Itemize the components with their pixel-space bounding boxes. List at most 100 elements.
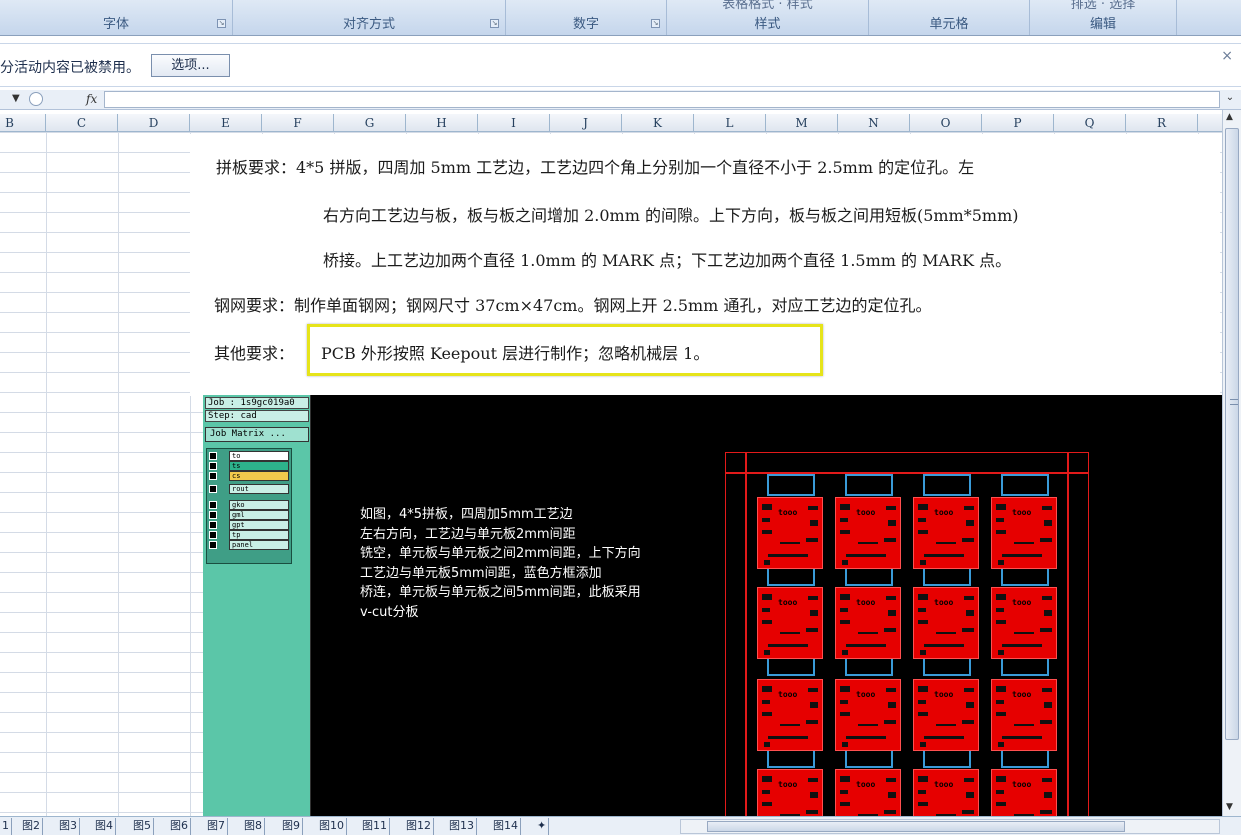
expand-formula-icon[interactable]: ⌄	[1223, 92, 1237, 107]
layer-item[interactable]: rout	[209, 484, 291, 494]
column-header-m[interactable]: M	[766, 114, 838, 132]
layer-item[interactable]: ts	[209, 461, 291, 471]
pad	[964, 506, 974, 510]
ribbon-partial-label[interactable]: 排选 · 选择	[1030, 0, 1176, 12]
column-header-p[interactable]: P	[982, 114, 1054, 132]
formula-input[interactable]	[104, 91, 1220, 108]
ribbon-group-number: 数字 ↘	[506, 0, 667, 35]
checkbox-icon[interactable]	[209, 462, 217, 470]
column-header-e[interactable]: E	[190, 114, 262, 132]
layer-item[interactable]: cs	[209, 471, 291, 481]
sheet-tab[interactable]: 图8	[242, 818, 265, 835]
pad	[1040, 720, 1052, 724]
sheet-tab[interactable]: 图3	[57, 818, 80, 835]
column-header-c[interactable]: C	[46, 114, 118, 132]
checkbox-icon[interactable]	[209, 511, 217, 519]
requirements-image[interactable]: 拼板要求：4*5 拼版，四周加 5mm 工艺边，工艺边四个角上分别加一个直径不小…	[190, 134, 1220, 396]
layer-item[interactable]: gko	[209, 500, 291, 510]
checkbox-icon[interactable]	[209, 472, 217, 480]
column-header-l[interactable]: L	[694, 114, 766, 132]
checkbox-icon[interactable]	[209, 521, 217, 529]
column-header-f[interactable]: F	[262, 114, 334, 132]
board-silkscreen: tooo	[934, 780, 954, 789]
sheet-tab[interactable]: 1	[0, 818, 12, 835]
pad	[762, 712, 772, 716]
layer-name: gko	[229, 500, 289, 510]
layer-item[interactable]: panel	[209, 540, 291, 550]
sheet-tab[interactable]: 图9	[280, 818, 303, 835]
job-matrix-button[interactable]: Job Matrix ...	[205, 427, 309, 442]
chevron-down-icon[interactable]: ▼	[12, 93, 20, 104]
column-header-r[interactable]: R	[1126, 114, 1198, 132]
pad	[1014, 542, 1034, 544]
pad	[840, 686, 850, 692]
pad	[1044, 702, 1052, 708]
layer-item[interactable]: to	[209, 451, 291, 461]
checkbox-icon[interactable]	[209, 452, 217, 460]
sheet-tab[interactable]: 图2	[20, 818, 43, 835]
scroll-thumb[interactable]	[1225, 128, 1239, 740]
pad	[996, 518, 1004, 522]
checkbox-icon[interactable]	[209, 541, 217, 549]
board-silkscreen: tooo	[1012, 598, 1032, 607]
ribbon-group-editing: 排选 · 选择 编辑	[1030, 0, 1177, 35]
column-header-q[interactable]: Q	[1054, 114, 1126, 132]
pad	[768, 644, 808, 647]
pad	[846, 736, 886, 739]
sheet-tab[interactable]: 图5	[131, 818, 154, 835]
requirement-line: 桥接。上工艺边加两个直径 1.0mm 的 MARK 点；下工艺边加两个直径 1.…	[323, 251, 1012, 270]
pad	[918, 530, 928, 534]
layer-item[interactable]: gml	[209, 510, 291, 520]
cancel-entry-icon[interactable]	[29, 92, 43, 106]
sheet-tab[interactable]: 图10	[317, 818, 347, 835]
column-header-n[interactable]: N	[838, 114, 910, 132]
pad	[1002, 644, 1042, 647]
insert-sheet-icon[interactable]: ✦	[535, 818, 550, 835]
cam-annotation: 如图，4*5拼板，四周加5mm工艺边 左右方向，工艺边与单元板2mm间距 铣空，单元…	[360, 505, 690, 622]
pad	[966, 520, 974, 526]
cam-screenshot[interactable]: Job : 1s9gc019a0 Step: cad Job Matrix ..…	[203, 395, 1223, 835]
sheet-tab[interactable]: 图4	[93, 818, 116, 835]
dialog-launcher-icon[interactable]: ↘	[490, 19, 499, 28]
options-button[interactable]: 选项...	[151, 54, 230, 77]
vertical-scrollbar[interactable]: ▲ ▼	[1222, 110, 1241, 816]
sheet-tab[interactable]: 图14	[491, 818, 521, 835]
scroll-thumb[interactable]	[707, 821, 1125, 832]
sheet-tab[interactable]: 图13	[447, 818, 477, 835]
checkbox-icon[interactable]	[209, 485, 217, 493]
pad	[966, 702, 974, 708]
close-icon[interactable]: ×	[1221, 48, 1233, 64]
dialog-launcher-icon[interactable]: ↘	[651, 19, 660, 28]
scroll-down-icon[interactable]: ▼	[1226, 802, 1233, 812]
column-header-h[interactable]: H	[406, 114, 478, 132]
column-header-i[interactable]: I	[478, 114, 550, 132]
sheet-tab[interactable]: 图6	[168, 818, 191, 835]
sheet-tab[interactable]: 图12	[404, 818, 434, 835]
unit-board: tooo	[913, 497, 979, 569]
ribbon-group-label: 单元格	[929, 17, 969, 32]
layer-item[interactable]: tp	[209, 530, 291, 540]
checkbox-icon[interactable]	[209, 531, 217, 539]
pad	[780, 632, 800, 634]
column-header-g[interactable]: G	[334, 114, 406, 132]
column-header-d[interactable]: D	[118, 114, 190, 132]
scroll-up-icon[interactable]: ▲	[1226, 112, 1233, 122]
dialog-launcher-icon[interactable]: ↘	[217, 19, 226, 28]
pad	[998, 560, 1004, 565]
column-header-j[interactable]: J	[550, 114, 622, 132]
unit-board: tooo	[835, 587, 901, 659]
horizontal-scrollbar[interactable]	[680, 819, 1220, 834]
layer-item[interactable]: gpt	[209, 520, 291, 530]
layer-name: gml	[229, 510, 289, 520]
pad	[808, 778, 818, 782]
sheet-tab[interactable]: 图11	[360, 818, 390, 835]
column-header-o[interactable]: O	[910, 114, 982, 132]
checkbox-icon[interactable]	[209, 501, 217, 509]
ribbon-partial-label[interactable]: 表格格式 · 样式	[667, 0, 868, 12]
insert-function-icon[interactable]: fx	[86, 92, 97, 106]
column-header-b[interactable]: B	[0, 114, 46, 132]
column-header-k[interactable]: K	[622, 114, 694, 132]
pad	[886, 778, 896, 782]
pad	[1044, 520, 1052, 526]
sheet-tab[interactable]: 图7	[205, 818, 228, 835]
